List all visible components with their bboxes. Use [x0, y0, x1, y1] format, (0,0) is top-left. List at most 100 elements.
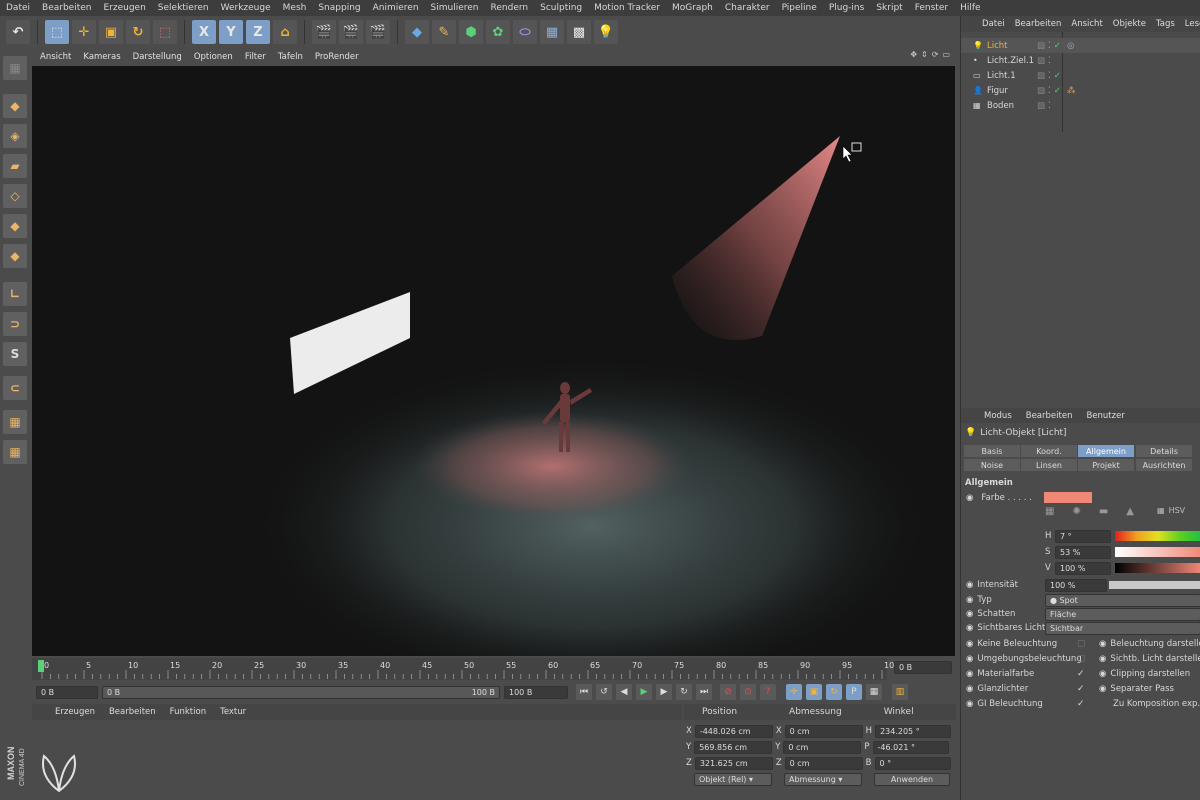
viewport-menu-filter[interactable]: Filter — [239, 52, 272, 62]
snap-icon[interactable]: S — [3, 342, 27, 366]
menu-item-skript[interactable]: Skript — [870, 3, 908, 13]
anim-dot-icon[interactable]: ◉ — [966, 609, 973, 619]
magnet-icon[interactable]: ⊂ — [3, 376, 27, 400]
value-field[interactable]: 100 % — [1055, 561, 1111, 575]
anim-dot-icon[interactable]: ◉ — [966, 493, 973, 503]
deformer-icon[interactable]: ⬭ — [513, 20, 537, 44]
anim-dot-icon[interactable]: ◉ — [966, 654, 973, 664]
axis-z-button[interactable]: Z — [246, 20, 270, 44]
color-picture-icon[interactable]: ▬ — [1099, 506, 1108, 517]
menu-item-bearbeiten[interactable]: Bearbeiten — [36, 3, 97, 13]
target-tag-icon[interactable]: ◎ — [1067, 41, 1074, 51]
menu-item-mograph[interactable]: MoGraph — [666, 3, 719, 13]
timeline-playhead[interactable] — [38, 660, 44, 672]
camera-icon[interactable]: ▩ — [567, 20, 591, 44]
rotation-p-field[interactable]: -46.021 ° — [872, 740, 949, 754]
3d-viewport[interactable] — [32, 66, 955, 656]
checkbox-glanzlichter[interactable]: ✓ — [1077, 684, 1085, 694]
render-view-button[interactable]: 🎬 — [312, 20, 336, 44]
color-swatch[interactable] — [1044, 492, 1092, 503]
render-picture-viewer-button[interactable]: 🎬 — [339, 20, 363, 44]
type-select[interactable]: ● Spot — [1045, 593, 1200, 607]
anim-dot-icon[interactable]: ◉ — [966, 669, 973, 679]
record-pla-button[interactable]: ▦ — [866, 684, 882, 700]
polygons-mode-icon[interactable]: ◆ — [3, 244, 27, 268]
editor-render-dots-icon[interactable]: ⁚ — [1048, 71, 1051, 81]
checkbox-materialfarbe[interactable]: ✓ — [1077, 669, 1085, 679]
intensity-slider[interactable] — [1109, 581, 1200, 589]
viewport-menu-tafeln[interactable]: Tafeln — [272, 52, 309, 62]
end-frame-field[interactable]: 100 B — [504, 685, 568, 699]
tab-koord-[interactable]: Koord. — [1021, 445, 1077, 457]
light-icon[interactable]: 💡 — [594, 20, 618, 44]
attr-menu-benutzer[interactable]: Benutzer — [1079, 411, 1131, 421]
object-row-licht-ziel-1[interactable]: • Licht.Ziel.1 ▨ ⁚ — [961, 53, 1200, 68]
record-rotation-button[interactable]: ↻ — [826, 684, 842, 700]
menu-item-charakter[interactable]: Charakter — [719, 3, 776, 13]
tab-basis[interactable]: Basis — [964, 445, 1020, 457]
anim-dot-icon[interactable]: ◉ — [966, 699, 973, 709]
menu-item-sculpting[interactable]: Sculpting — [534, 3, 588, 13]
coordinate-system-button[interactable]: ⌂ — [273, 20, 297, 44]
tab-linsen[interactable]: Linsen — [1021, 459, 1077, 471]
editor-render-dots-icon[interactable]: ⁚ — [1048, 56, 1051, 66]
object-menu-datei[interactable]: Datei — [977, 19, 1010, 29]
material-menu-erzeugen[interactable]: Erzeugen — [48, 707, 102, 717]
axis-mode-icon[interactable]: ∟ — [3, 282, 27, 306]
recent-tool-button[interactable]: ⬚ — [153, 20, 177, 44]
play-button[interactable]: ▶ — [636, 684, 652, 700]
tab-details[interactable]: Details — [1136, 445, 1192, 457]
render-settings-button[interactable]: 🎬 — [366, 20, 390, 44]
size-x-field[interactable]: 0 cm — [784, 724, 863, 738]
editor-render-dots-icon[interactable]: ⁚ — [1048, 101, 1051, 111]
timeline-window-button[interactable]: ▥ — [892, 684, 908, 700]
frame-range-slider[interactable]: 0 B 100 B — [102, 685, 500, 699]
object-row-licht[interactable]: 💡 Licht ▨ ⁚ ✓ ◎ — [961, 38, 1200, 53]
next-frame-button[interactable]: ▶ — [656, 684, 672, 700]
material-menu-funktion[interactable]: Funktion — [163, 707, 213, 717]
menu-item-mesh[interactable]: Mesh — [277, 3, 313, 13]
tab-projekt[interactable]: Projekt — [1078, 459, 1134, 471]
coord-size-select[interactable]: Abmessung ▾ — [784, 773, 862, 786]
zoom-view-icon[interactable]: ⇕ — [921, 50, 928, 59]
autokey-button[interactable]: ⊙ — [740, 684, 756, 700]
undo-button[interactable]: ↶ — [6, 20, 30, 44]
menu-item-snapping[interactable]: Snapping — [312, 3, 366, 13]
mograph-cloner-icon[interactable]: ✿ — [486, 20, 510, 44]
cube-icon[interactable]: ◆ — [405, 20, 429, 44]
checkbox-umgebungsbeleuchtung[interactable]: ▢ — [1077, 654, 1086, 664]
menu-item-datei[interactable]: Datei — [0, 3, 36, 13]
record-position-button[interactable]: ✛ — [786, 684, 802, 700]
rgb-mode-icon[interactable]: ▦ — [1157, 506, 1165, 515]
visibility-toggle-icon[interactable]: ▨ — [1037, 71, 1045, 81]
goto-prev-key-button[interactable]: ↺ — [596, 684, 612, 700]
tab-allgemein[interactable]: Allgemein — [1078, 445, 1134, 457]
material-menu-textur[interactable]: Textur — [213, 707, 253, 717]
viewport-menu-kameras[interactable]: Kameras — [77, 52, 126, 62]
rotation-h-field[interactable]: 234.205 ° — [875, 724, 952, 738]
anim-dot-icon[interactable]: ◉ — [1099, 669, 1106, 679]
select-tool-button[interactable]: ⬚ — [45, 20, 69, 44]
enabled-check-icon[interactable]: ✓ — [1054, 41, 1061, 51]
visibility-toggle-icon[interactable]: ▨ — [1037, 41, 1045, 51]
menu-item-motion-tracker[interactable]: Motion Tracker — [588, 3, 666, 13]
menu-item-plug-ins[interactable]: Plug-ins — [823, 3, 871, 13]
move-tool-button[interactable]: ✛ — [72, 20, 96, 44]
size-y-field[interactable]: 0 cm — [783, 740, 862, 754]
goto-start-button[interactable]: ⏮ — [576, 684, 592, 700]
viewport-menu-optionen[interactable]: Optionen — [188, 52, 239, 62]
workplane-mode-icon[interactable]: ▰ — [3, 154, 27, 178]
hsv-mode-icon[interactable]: HSV — [1169, 506, 1186, 515]
menu-item-werkzeuge[interactable]: Werkzeuge — [215, 3, 277, 13]
tab-noise[interactable]: Noise — [964, 459, 1020, 471]
toggle-view-icon[interactable]: ▭ — [942, 50, 950, 59]
menu-item-selektieren[interactable]: Selektieren — [152, 3, 215, 13]
subdivision-icon[interactable]: ⬢ — [459, 20, 483, 44]
rotate-view-icon[interactable]: ⟳ — [932, 50, 939, 59]
model-mode-icon[interactable]: ◆ — [3, 94, 27, 118]
hue-field[interactable]: 7 ° — [1055, 529, 1111, 543]
visibility-toggle-icon[interactable]: ▨ — [1037, 86, 1045, 96]
lock-workplane-icon[interactable]: ▦ — [3, 410, 27, 434]
move-view-icon[interactable]: ✥ — [910, 50, 917, 59]
checkbox-keine-beleuchtung[interactable]: ▢ — [1077, 639, 1086, 649]
